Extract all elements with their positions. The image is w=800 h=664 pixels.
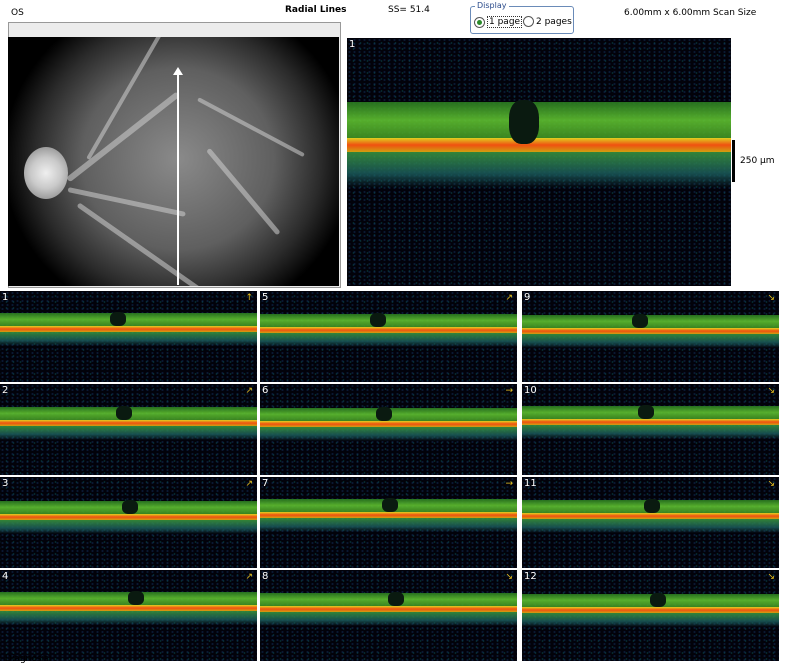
- foveal-pit: [632, 314, 648, 328]
- radio-checked-icon: [474, 16, 485, 28]
- orientation-arrow-icon: →: [505, 386, 513, 396]
- scan-direction-arrow[interactable]: [173, 67, 183, 285]
- choroid-layer: [0, 611, 257, 625]
- choroid-layer: [260, 427, 517, 441]
- scan-number: 4: [2, 571, 9, 582]
- choroid-layer: [260, 333, 517, 347]
- choroid-layer: [0, 520, 257, 534]
- scan-number: 12: [524, 571, 537, 582]
- scan-number: 9: [524, 292, 531, 303]
- scan-number: 5: [262, 292, 269, 303]
- foveal-pit: [650, 593, 666, 607]
- foveal-pit: [128, 591, 144, 605]
- choroid-layer: [0, 332, 257, 346]
- rpe-layer: [347, 138, 731, 152]
- scan-number: 10: [524, 385, 537, 396]
- scan-number: 2: [2, 385, 9, 396]
- orientation-arrow-icon: ↗: [245, 572, 253, 582]
- scan-number: 8: [262, 571, 269, 582]
- display-1-page-label: 1 page: [487, 16, 523, 28]
- bscan-thumbnail-6[interactable]: 6 →: [260, 384, 517, 475]
- display-group-label: Display: [475, 1, 509, 10]
- eye-label: OS: [11, 8, 24, 18]
- choroid-layer: [0, 426, 257, 440]
- orientation-arrow-icon: ↘: [767, 572, 775, 582]
- signal-strength: SS= 51.4: [388, 5, 430, 15]
- choroid-layer: [260, 518, 517, 532]
- orientation-arrow-icon: ↗: [245, 386, 253, 396]
- fundus-image[interactable]: [8, 37, 339, 286]
- scan-number: 3: [2, 478, 9, 489]
- choroid-layer: [522, 613, 779, 627]
- diagnosis-label: Diagnosis:: [5, 654, 52, 664]
- radio-unchecked-icon: [523, 16, 534, 27]
- foveal-pit: [110, 312, 126, 326]
- orientation-arrow-icon: →: [505, 479, 513, 489]
- orientation-arrow-icon: ↗: [505, 293, 513, 303]
- bscan-thumbnail-2[interactable]: 2 ↗: [0, 384, 257, 475]
- retina-layer: [260, 314, 517, 328]
- scale-bar-label: 250 µm: [740, 156, 775, 166]
- bscan-thumbnail-9[interactable]: 9 ↘: [522, 291, 779, 382]
- bscan-thumbnail-7[interactable]: 7 →: [260, 477, 517, 568]
- foveal-pit: [376, 407, 392, 421]
- scan-number: 7: [262, 478, 269, 489]
- scan-number: 6: [262, 385, 269, 396]
- bscan-thumbnail-12[interactable]: 12 ↘: [522, 570, 779, 661]
- bscan-thumbnail-11[interactable]: 11 ↘: [522, 477, 779, 568]
- orientation-arrow-icon: ↘: [767, 293, 775, 303]
- main-scan-number: 1: [349, 39, 356, 50]
- foveal-pit: [116, 406, 132, 420]
- choroid-layer: [522, 334, 779, 348]
- scan-number: 1: [2, 292, 9, 303]
- bscan-thumbnail-1[interactable]: 1 ↑: [0, 291, 257, 382]
- orientation-arrow-icon: ↘: [505, 572, 513, 582]
- main-bscan[interactable]: 1: [347, 38, 731, 286]
- bscan-thumbnail-4[interactable]: 4 ↗: [0, 570, 257, 661]
- display-option-group: Display 1 page 2 pages: [470, 1, 574, 34]
- protocol-name: Radial Lines: [285, 5, 347, 15]
- foveal-pit: [388, 592, 404, 606]
- retina-layer: [347, 102, 731, 142]
- foveal-pit: [638, 405, 654, 419]
- scale-bar: [732, 140, 735, 182]
- bscan-thumbnail-3[interactable]: 3 ↗: [0, 477, 257, 568]
- retina-layer: [0, 313, 257, 327]
- orientation-arrow-icon: ↑: [245, 293, 253, 303]
- orientation-arrow-icon: ↘: [767, 479, 775, 489]
- display-2-pages-label: 2 pages: [536, 16, 572, 27]
- choroid-layer: [522, 519, 779, 533]
- orientation-arrow-icon: ↘: [767, 386, 775, 396]
- choroid-layer: [260, 612, 517, 626]
- foveal-pit: [370, 313, 386, 327]
- foveal-pit: [509, 100, 539, 144]
- bscan-thumbnail-8[interactable]: 8 ↘: [260, 570, 517, 661]
- foveal-pit: [644, 499, 660, 513]
- bscan-thumbnail-10[interactable]: 10 ↘: [522, 384, 779, 475]
- choroid-layer: [347, 152, 731, 188]
- display-2-pages-radio[interactable]: 2 pages: [523, 16, 572, 27]
- choroid-layer: [522, 425, 779, 439]
- scan-size-label: 6.00mm x 6.00mm Scan Size: [624, 8, 757, 18]
- bscan-thumbnail-5[interactable]: 5 ↗: [260, 291, 517, 382]
- optic-disc: [24, 147, 68, 199]
- orientation-arrow-icon: ↗: [245, 479, 253, 489]
- foveal-pit: [122, 500, 138, 514]
- foveal-pit: [382, 498, 398, 512]
- retina-layer: [522, 315, 779, 329]
- display-1-page-radio[interactable]: 1 page: [474, 16, 523, 28]
- scan-number: 11: [524, 478, 537, 489]
